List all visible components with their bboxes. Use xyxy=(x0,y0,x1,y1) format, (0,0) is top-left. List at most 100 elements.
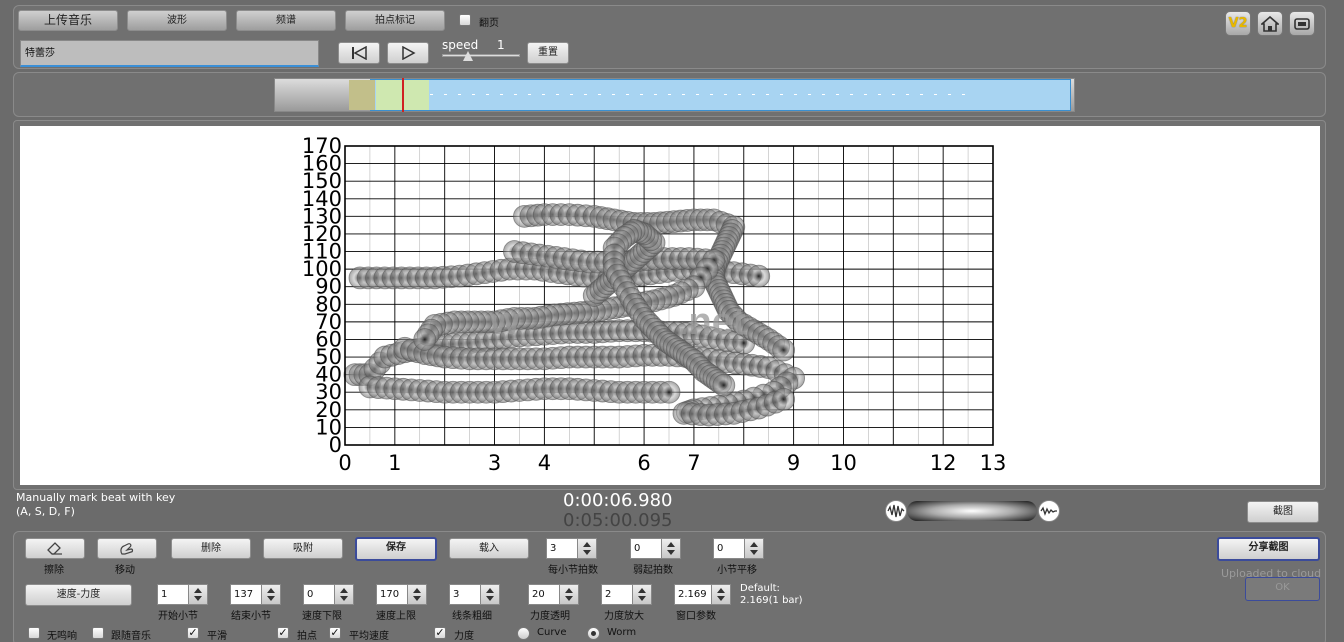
ok-button[interactable]: OK xyxy=(1245,577,1320,601)
flip-page-label: 翻页 xyxy=(479,18,499,29)
reset-button[interactable]: 重置 xyxy=(527,42,569,64)
timeline-wave xyxy=(430,94,970,95)
x-tick-label: 1 xyxy=(388,451,401,475)
bar-shift-input[interactable]: 0 xyxy=(713,538,745,559)
tempo-min-input[interactable]: 0 xyxy=(303,584,335,605)
start-bar-input[interactable]: 1 xyxy=(157,584,189,605)
total-time: 0:05:00.095 xyxy=(563,510,673,531)
smooth-label: 平滑 xyxy=(207,631,227,642)
speed-value: 1 xyxy=(497,38,505,52)
wave-left-knob[interactable] xyxy=(885,500,907,522)
bar-shift-label: 小节平移 xyxy=(717,565,757,576)
fullscreen-button[interactable] xyxy=(1289,11,1315,36)
move-button[interactable] xyxy=(97,538,157,559)
line-width-input[interactable]: 3 xyxy=(449,584,481,605)
pickup-label: 弱起拍数 xyxy=(633,565,673,576)
timeline-selection[interactable] xyxy=(370,79,1071,111)
worm-point xyxy=(712,373,736,397)
previous-button[interactable] xyxy=(338,42,380,64)
line-width-label: 线条粗细 xyxy=(452,611,492,622)
beats-checkbox[interactable]: ✓ xyxy=(277,627,289,639)
worm-point xyxy=(657,380,681,404)
tempo-min-label: 速度下限 xyxy=(302,611,342,622)
snap-button[interactable]: 吸附 xyxy=(263,538,343,559)
speed-slider-track[interactable] xyxy=(442,54,520,57)
curve-label: Curve xyxy=(537,627,567,638)
v2-button[interactable]: V2 xyxy=(1225,11,1251,36)
tempo-max-stepper[interactable] xyxy=(408,584,427,605)
end-bar-label: 结束小节 xyxy=(231,611,271,622)
play-button[interactable] xyxy=(387,42,429,64)
pickup-stepper[interactable] xyxy=(662,538,681,559)
erase-button[interactable] xyxy=(25,538,85,559)
no-bars-checkbox[interactable] xyxy=(28,627,40,639)
hint-line1: Manually mark beat with key xyxy=(16,491,176,504)
opacity-label: 力度透明 xyxy=(530,611,570,622)
dyn-scale-stepper[interactable] xyxy=(633,584,652,605)
song-title-input[interactable]: 特蕾莎 xyxy=(20,40,319,67)
default-line2: 2.169(1 bar) xyxy=(740,595,803,606)
spectrum-button[interactable]: 频谱 xyxy=(236,10,336,31)
tempo-min-stepper[interactable] xyxy=(335,584,354,605)
follow-music-checkbox[interactable] xyxy=(92,627,104,639)
home-button[interactable] xyxy=(1257,11,1283,36)
x-tick-label: 9 xyxy=(787,451,800,475)
x-tick-label: 4 xyxy=(538,451,551,475)
wave-right-knob[interactable] xyxy=(1038,500,1060,522)
worm-label: Worm xyxy=(607,627,637,638)
beat-mark-button[interactable]: 拍点标记 xyxy=(345,10,445,31)
flip-page-checkbox[interactable] xyxy=(459,14,471,26)
no-bars-label: 无鸣响 xyxy=(47,631,77,642)
window-label: 窗口参数 xyxy=(676,611,716,622)
x-tick-label: 7 xyxy=(687,451,700,475)
start-bar-stepper[interactable] xyxy=(189,584,208,605)
volume-bar[interactable] xyxy=(907,501,1037,521)
speed-label: speed xyxy=(442,38,479,52)
end-bar-input[interactable]: 137 xyxy=(230,584,262,605)
x-tick-label: 6 xyxy=(637,451,650,475)
worm-point xyxy=(747,264,771,288)
avg-tempo-label: 平均速度 xyxy=(349,631,389,642)
home-icon xyxy=(1259,15,1281,32)
smooth-checkbox[interactable]: ✓ xyxy=(187,627,199,639)
end-bar-stepper[interactable] xyxy=(262,584,281,605)
line-width-stepper[interactable] xyxy=(481,584,500,605)
dynamics-checkbox[interactable]: ✓ xyxy=(434,627,446,639)
screenshot-button[interactable]: 截图 xyxy=(1247,501,1319,523)
share-screenshot-button[interactable]: 分享截图 xyxy=(1217,537,1320,561)
pickup-input[interactable]: 0 xyxy=(630,538,662,559)
timeline-window-left xyxy=(349,80,375,110)
curve-radio[interactable] xyxy=(517,627,530,640)
waveform-icon xyxy=(887,504,905,518)
waveform-button[interactable]: 波形 xyxy=(127,10,227,31)
current-time: 0:00:06.980 xyxy=(563,490,673,511)
delete-button[interactable]: 删除 xyxy=(171,538,251,559)
beats-per-bar-stepper[interactable] xyxy=(578,538,597,559)
window-input[interactable]: 2.169 xyxy=(674,584,712,605)
avg-tempo-checkbox[interactable]: ✓ xyxy=(329,627,341,639)
dyn-scale-input[interactable]: 2 xyxy=(601,584,633,605)
load-button[interactable]: 载入 xyxy=(449,538,529,559)
x-tick-label: 0 xyxy=(338,451,351,475)
opacity-input[interactable]: 20 xyxy=(528,584,560,605)
speed-slider-thumb[interactable] xyxy=(463,51,473,61)
y-tick-label: 170 xyxy=(302,134,342,158)
save-button[interactable]: 保存 xyxy=(355,537,437,561)
opacity-stepper[interactable] xyxy=(560,584,579,605)
beats-label: 拍点 xyxy=(297,631,317,642)
beats-per-bar-label: 每小节拍数 xyxy=(548,565,598,576)
tempo-max-input[interactable]: 170 xyxy=(376,584,408,605)
bar-shift-stepper[interactable] xyxy=(745,538,764,559)
worm-radio[interactable] xyxy=(587,627,600,640)
upload-music-button[interactable]: 上传音乐 xyxy=(18,10,118,31)
timeline-playhead[interactable] xyxy=(402,78,405,112)
waveform-fade-icon xyxy=(1040,506,1057,516)
window-stepper[interactable] xyxy=(712,584,731,605)
fullscreen-icon xyxy=(1294,18,1310,30)
worm-point xyxy=(772,387,796,411)
beats-per-bar-input[interactable]: 3 xyxy=(546,538,578,559)
plot-canvas[interactable]: w .net 0 10 20 30 40 50 60 70 80 90 100 110 120 130 14… xyxy=(20,126,1320,485)
hint-line2: (A, S, D, F) xyxy=(16,505,75,518)
play-icon xyxy=(402,45,416,61)
mode-button[interactable]: 速度-力度 xyxy=(25,584,132,606)
